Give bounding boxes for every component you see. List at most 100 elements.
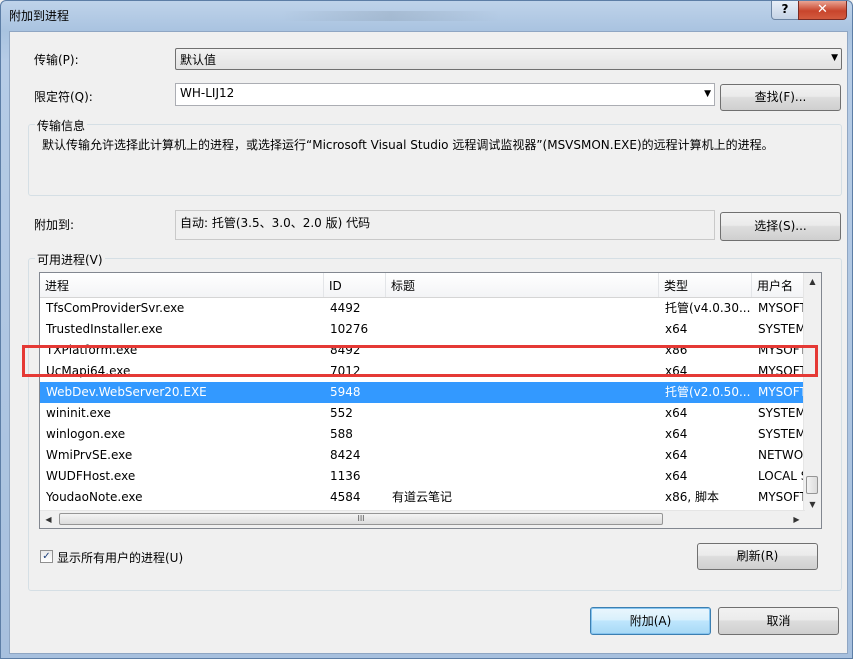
process-name-cell: YoudaoNote.exe bbox=[46, 490, 143, 504]
process-title-cell bbox=[386, 361, 659, 382]
process-title-cell bbox=[386, 424, 659, 445]
process-list[interactable]: 进程 ID 标题 类型 用户名 TfsComProviderSvr.exe 449… bbox=[39, 272, 822, 529]
title-bar-background-text bbox=[281, 11, 501, 21]
process-type-cell: x64 bbox=[665, 469, 688, 483]
process-username-cell: MYSOFT bbox=[758, 385, 805, 399]
process-id-cell: 7012 bbox=[330, 364, 361, 378]
process-type-cell: x86 bbox=[665, 343, 688, 357]
scroll-right-arrow-icon[interactable]: ▶ bbox=[788, 511, 805, 528]
process-type-cell: x64 bbox=[665, 364, 688, 378]
qualifier-label: 限定符(Q): bbox=[34, 90, 93, 104]
process-username-cell: LOCAL S bbox=[758, 469, 805, 483]
process-name-cell: TfsComProviderSvr.exe bbox=[46, 301, 185, 315]
process-row[interactable]: YoudaoNote.exe 4584 有道云笔记 x86, 脚本 MYSOFT bbox=[40, 487, 805, 508]
help-button[interactable]: ? bbox=[771, 1, 799, 20]
process-name-cell: winlogon.exe bbox=[46, 427, 126, 441]
transport-dropdown[interactable]: 默认值 ▼ bbox=[175, 48, 842, 70]
column-header-username[interactable]: 用户名 bbox=[752, 273, 805, 297]
process-title-cell bbox=[386, 466, 659, 487]
process-type-cell: x86, 脚本 bbox=[665, 490, 720, 504]
process-title-cell: 有道云笔记 bbox=[392, 490, 453, 504]
process-row[interactable]: WUDFHost.exe 1136 x64 LOCAL S bbox=[40, 466, 805, 487]
process-username-cell: SYSTEM bbox=[758, 322, 805, 336]
show-all-users-checkbox[interactable]: ✓ bbox=[40, 550, 53, 563]
process-id-cell: 8424 bbox=[330, 448, 361, 462]
process-id-cell: 588 bbox=[330, 427, 353, 441]
attach-button[interactable]: 附加(A) bbox=[590, 607, 711, 635]
refresh-button[interactable]: 刷新(R) bbox=[697, 543, 818, 570]
process-name-cell: WmiPrvSE.exe bbox=[46, 448, 133, 462]
process-type-cell: x64 bbox=[665, 406, 688, 420]
column-header-type[interactable]: 类型 bbox=[659, 273, 752, 297]
process-name-cell: WUDFHost.exe bbox=[46, 469, 136, 483]
process-list-header: 进程 ID 标题 类型 用户名 bbox=[40, 273, 805, 298]
process-title-cell bbox=[386, 340, 659, 361]
process-type-cell: x64 bbox=[665, 448, 688, 462]
process-type-cell: 托管(v2.0.50... bbox=[665, 385, 751, 399]
process-name-cell: WebDev.WebServer20.EXE bbox=[46, 385, 207, 399]
process-row[interactable]: winlogon.exe 588 x64 SYSTEM bbox=[40, 424, 805, 445]
process-username-cell: NETWO bbox=[758, 448, 804, 462]
process-name-cell: TXPlatform.exe bbox=[46, 343, 138, 357]
scroll-up-arrow-icon[interactable]: ▲ bbox=[804, 273, 821, 290]
process-title-cell bbox=[386, 298, 659, 319]
process-username-cell: MYSOFT bbox=[758, 301, 805, 315]
process-row[interactable]: TfsComProviderSvr.exe 4492 托管(v4.0.30... MY… bbox=[40, 298, 805, 319]
check-icon: ✓ bbox=[42, 551, 51, 562]
process-id-cell: 4584 bbox=[330, 490, 361, 504]
select-code-type-button[interactable]: 选择(S)... bbox=[720, 212, 841, 241]
scrollbar-corner bbox=[804, 511, 821, 528]
cancel-button[interactable]: 取消 bbox=[718, 607, 839, 635]
process-username-cell: MYSOFT bbox=[758, 364, 805, 378]
process-username-cell: MYSOFT bbox=[758, 490, 805, 504]
process-row[interactable]: WmiPrvSE.exe 8424 x64 NETWO bbox=[40, 445, 805, 466]
process-type-cell: 托管(v4.0.30... bbox=[665, 301, 751, 315]
column-header-id[interactable]: ID bbox=[324, 273, 386, 297]
process-type-cell: x64 bbox=[665, 322, 688, 336]
process-row[interactable]: UcMapi64.exe 7012 x64 MYSOFT bbox=[40, 361, 805, 382]
transport-info-text: 默认传输允许选择此计算机上的进程，或选择运行“Microsoft Visual … bbox=[42, 138, 774, 152]
process-row[interactable]: TrustedInstaller.exe 10276 x64 SYSTEM bbox=[40, 319, 805, 340]
process-type-cell: x64 bbox=[665, 427, 688, 441]
process-name-cell: TrustedInstaller.exe bbox=[46, 322, 163, 336]
show-all-users-label[interactable]: 显示所有用户的进程(U) bbox=[57, 549, 183, 566]
transport-value: 默认值 bbox=[180, 53, 217, 67]
window-title: 附加到进程 bbox=[9, 9, 70, 23]
vertical-scroll-thumb[interactable] bbox=[806, 476, 818, 494]
process-title-cell bbox=[386, 445, 659, 466]
process-id-cell: 5948 bbox=[330, 385, 361, 399]
transport-info-group bbox=[28, 124, 842, 196]
process-id-cell: 552 bbox=[330, 406, 353, 420]
process-username-cell: MYSOFT bbox=[758, 343, 805, 357]
process-title-cell bbox=[386, 319, 659, 340]
find-button[interactable]: 查找(F)... bbox=[720, 84, 841, 111]
column-header-process[interactable]: 进程 bbox=[40, 273, 324, 297]
process-username-cell: SYSTEM bbox=[758, 427, 805, 441]
process-name-cell: UcMapi64.exe bbox=[46, 364, 131, 378]
qualifier-combobox[interactable]: WH-LIJ12 ▼ bbox=[175, 83, 715, 106]
available-processes-label: 可用进程(V) bbox=[35, 251, 105, 268]
scroll-grip: III bbox=[357, 514, 365, 523]
process-id-cell: 8492 bbox=[330, 343, 361, 357]
process-id-cell: 1136 bbox=[330, 469, 361, 483]
chevron-down-icon[interactable]: ▼ bbox=[704, 89, 711, 99]
chevron-down-icon: ▼ bbox=[831, 53, 838, 63]
process-row[interactable]: TXPlatform.exe 8492 x86 MYSOFT bbox=[40, 340, 805, 361]
transport-info-label: 传输信息 bbox=[35, 117, 88, 134]
transport-label: 传输(P): bbox=[34, 53, 79, 67]
close-button[interactable]: ✕ bbox=[798, 1, 847, 20]
horizontal-scroll-thumb[interactable]: III bbox=[59, 513, 663, 525]
process-title-cell bbox=[386, 403, 659, 424]
attach-to-value: 自动: 托管(3.5、3.0、2.0 版) 代码 bbox=[175, 210, 715, 240]
scroll-left-arrow-icon[interactable]: ◀ bbox=[40, 511, 57, 528]
process-id-cell: 4492 bbox=[330, 301, 361, 315]
column-header-title[interactable]: 标题 bbox=[386, 273, 659, 297]
vertical-scrollbar[interactable]: ▲ ▼ bbox=[803, 273, 821, 513]
qualifier-value: WH-LIJ12 bbox=[180, 86, 235, 100]
process-row[interactable]: wininit.exe 552 x64 SYSTEM bbox=[40, 403, 805, 424]
process-id-cell: 10276 bbox=[330, 322, 369, 336]
attach-to-label: 附加到: bbox=[34, 218, 75, 232]
process-username-cell: SYSTEM bbox=[758, 406, 805, 420]
process-row[interactable]: WebDev.WebServer20.EXE 5948 托管(v2.0.50... M… bbox=[40, 382, 805, 403]
horizontal-scrollbar[interactable]: ◀ III ▶ bbox=[40, 510, 805, 528]
